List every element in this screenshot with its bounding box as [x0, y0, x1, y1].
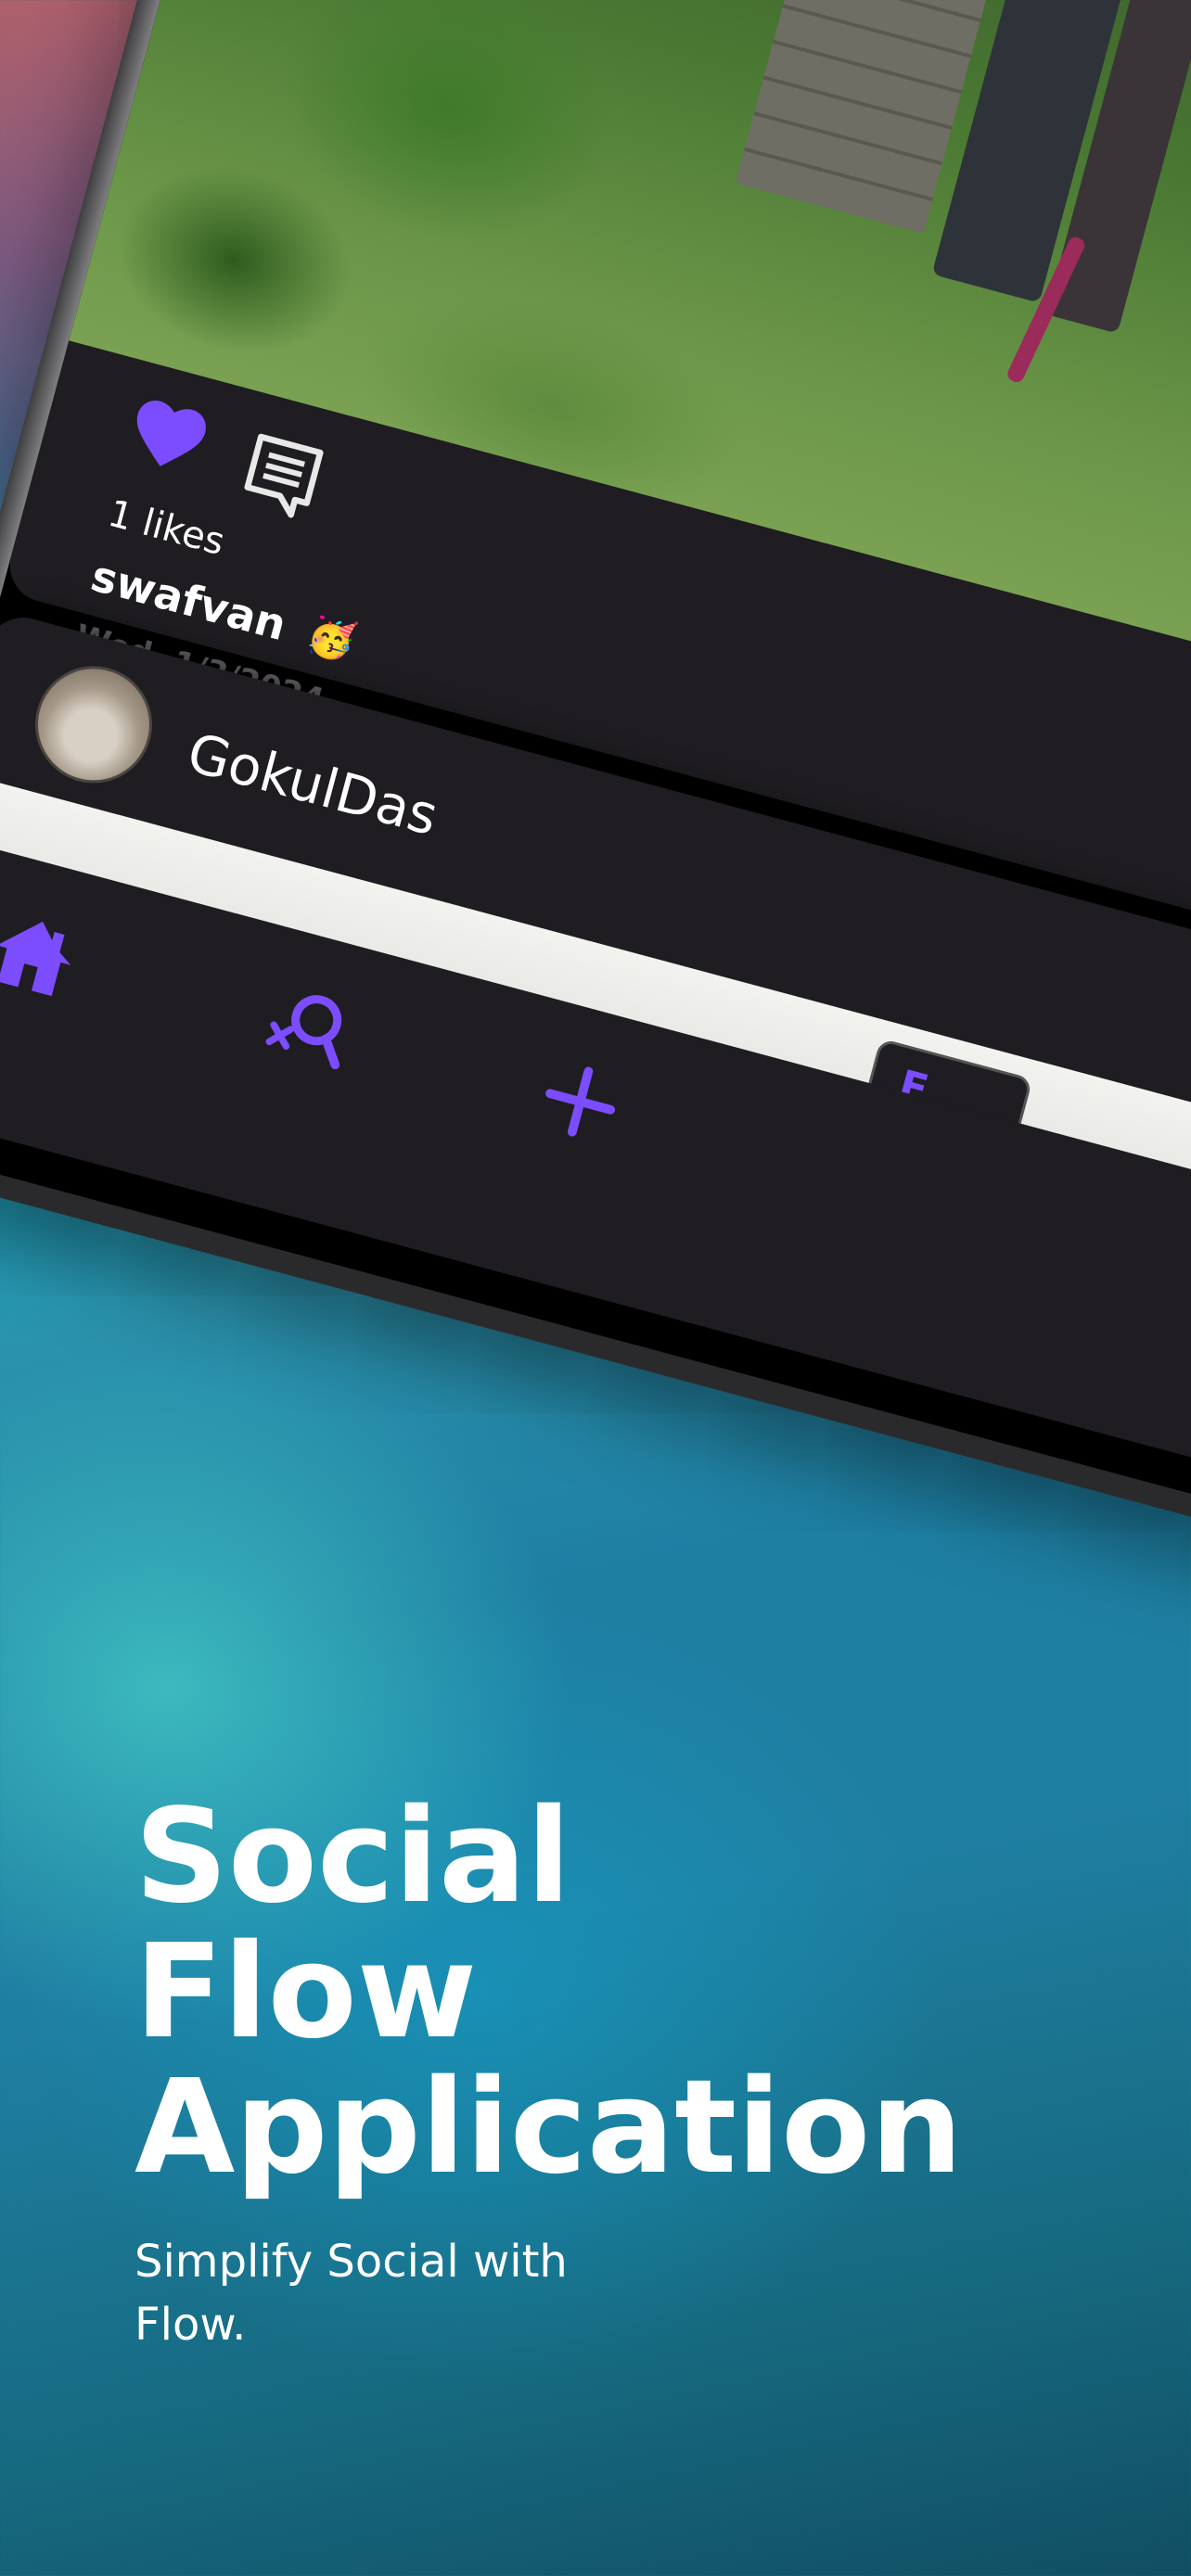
heart-icon[interactable]: [123, 393, 212, 477]
search-icon[interactable]: [256, 977, 358, 1079]
phone-screen: 1 likes swafvan 🥳 Wed, 1/3/2024 GokulDas…: [0, 0, 1191, 1533]
headline: Social Flow Application: [134, 1790, 963, 2196]
add-icon[interactable]: [530, 1051, 632, 1153]
party-emoji-icon: 🥳: [302, 609, 362, 667]
tagline: Simplify Social with Flow.: [134, 2236, 568, 2351]
avatar[interactable]: [21, 653, 166, 797]
home-icon[interactable]: [0, 904, 85, 1006]
comment-icon[interactable]: [236, 429, 328, 526]
post-author-name[interactable]: GokulDas: [181, 721, 444, 848]
phone-mockup: 1 likes swafvan 🥳 Wed, 1/3/2024 GokulDas…: [0, 0, 1191, 1561]
headline-line-1: Social: [134, 1781, 571, 1932]
likes-count: 1 likes: [103, 491, 229, 565]
headline-line-2: Flow: [134, 1917, 478, 2068]
headline-line-3: Application: [134, 2052, 963, 2203]
